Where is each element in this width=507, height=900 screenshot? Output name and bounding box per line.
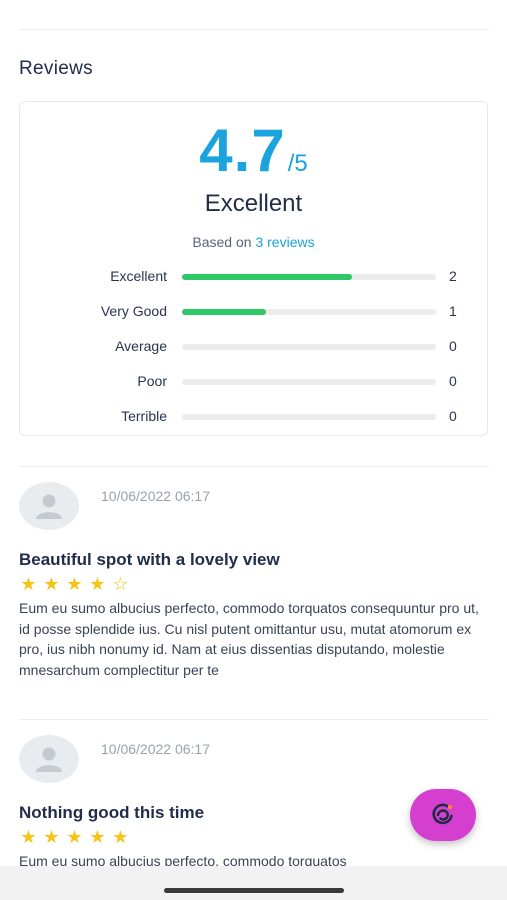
chat-fab-button[interactable] [410,789,476,841]
star-filled-icon: ★ [43,827,60,847]
rating-count: 0 [449,373,457,389]
chat-swirl-icon [432,803,453,825]
rating-count: 1 [449,303,457,319]
rating-label: Excellent [110,268,167,284]
star-empty-icon: ☆ [112,574,129,594]
star-filled-icon: ★ [66,827,83,847]
star-filled-icon: ★ [66,574,83,594]
rating-row-very-good: Very Good 1 [20,302,487,322]
review-body: Eum eu sumo albucius perfecto, commodo t… [19,853,347,866]
review-date: 10/06/2022 06:17 [101,741,210,757]
star-filled-icon: ★ [20,574,37,594]
review-title: Nothing good this time [19,803,205,822]
rating-label: Very Good [100,303,167,319]
rating-bar-fill [182,309,266,315]
rating-summary-card: 4.7/5 Excellent Based on 3 reviews Excel… [19,101,488,436]
score-value: 4.7 [199,117,286,184]
review-body: Eum eu sumo albucius perfecto, commodo t… [19,600,479,678]
rating-bar-track [182,379,436,385]
rating-bar-track [182,274,436,280]
average-score: 4.7/5 [20,116,487,185]
star-filled-icon: ★ [89,574,106,594]
star-filled-icon: ★ [43,574,60,594]
rating-bar-track [182,344,436,350]
avatar [19,482,79,530]
review-title: Beautiful spot with a lovely view [19,550,280,569]
rating-count: 2 [449,268,457,284]
rating-label: Poor [137,373,167,389]
home-bar-area [0,866,507,900]
score-suffix: /5 [287,150,308,177]
rating-label: Average [115,338,167,354]
rating-label: Terrible [121,408,167,424]
rating-bar-track [182,309,436,315]
review-date: 10/06/2022 06:17 [101,488,210,504]
user-icon [36,494,62,519]
rating-count: 0 [449,338,457,354]
avatar [19,735,79,783]
rating-row-average: Average 0 [20,337,487,357]
star-filled-icon: ★ [89,827,106,847]
rating-bar-fill [182,274,353,280]
rating-count: 0 [449,408,457,424]
review-stars: ★ ★ ★ ★ ★ [19,827,130,847]
top-divider [19,29,489,30]
rating-verdict: Excellent [204,190,303,217]
home-indicator[interactable] [164,888,344,893]
rating-row-terrible: Terrible 0 [20,407,487,427]
star-filled-icon: ★ [20,827,37,847]
star-filled-icon: ★ [112,827,129,847]
rating-bar-track [182,414,436,420]
based-on-prefix: Based on [192,234,252,250]
reviews-count-link[interactable]: 3 reviews [255,234,314,250]
user-icon [36,747,62,772]
based-on-text: Based on 3 reviews [20,234,487,250]
rating-row-poor: Poor 0 [20,372,487,392]
review-stars: ★ ★ ★ ★ ☆ [19,574,130,594]
divider [19,466,489,467]
divider [19,719,489,720]
review-item: 10/06/2022 06:17 Beautiful spot with a l… [19,482,489,702]
reviews-title: Reviews [19,58,93,79]
rating-row-excellent: Excellent 2 [20,267,487,287]
